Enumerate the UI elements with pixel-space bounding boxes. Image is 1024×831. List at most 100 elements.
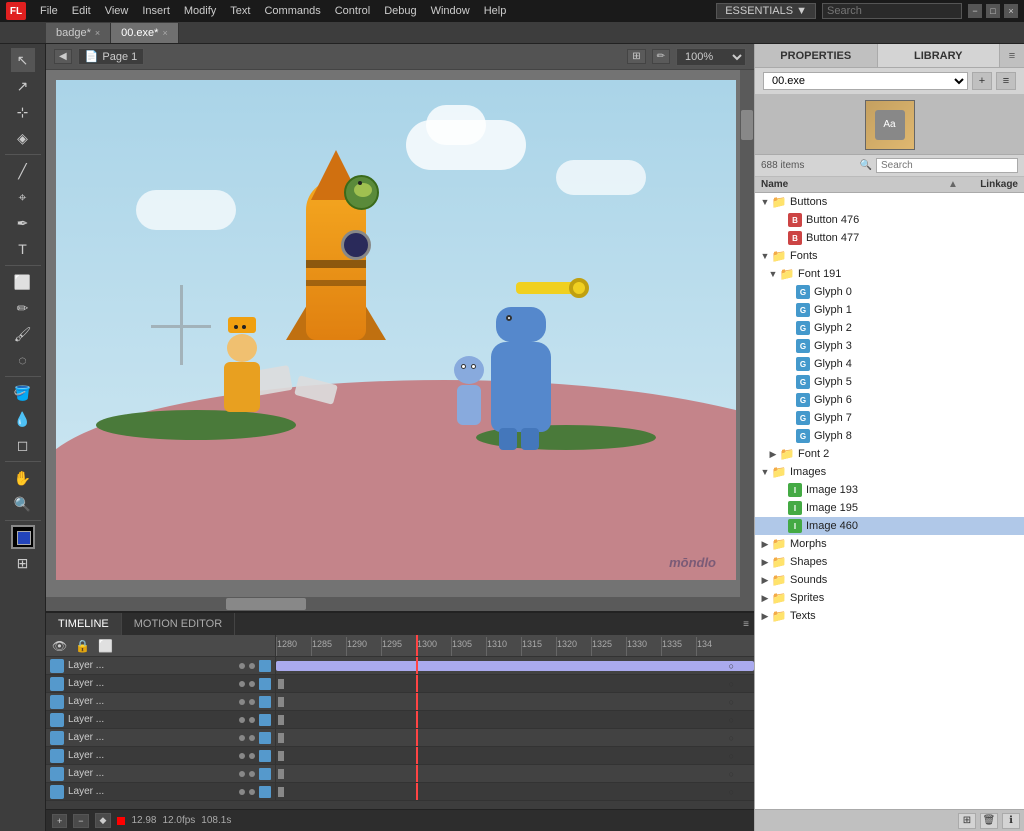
tab-00exe-close[interactable]: ×	[162, 28, 167, 38]
lib-delete-btn[interactable]: 🗑	[980, 813, 998, 829]
tab-badge-close[interactable]: ×	[95, 28, 100, 38]
item-glyph-5[interactable]: G Glyph 5	[755, 373, 1024, 391]
layer-2-lock[interactable]	[249, 681, 255, 687]
global-search-input[interactable]	[822, 3, 962, 19]
tool-gradient[interactable]: ◈	[11, 126, 35, 150]
layer-6-lock[interactable]	[249, 753, 255, 759]
folder-texts[interactable]: ▶ 📁 Texts	[755, 607, 1024, 625]
menu-edit[interactable]: Edit	[66, 3, 97, 19]
item-glyph-7[interactable]: G Glyph 7	[755, 409, 1024, 427]
zoom-select[interactable]: 100%50%150%200%	[676, 48, 746, 66]
tool-rectangle[interactable]: ⬜	[11, 270, 35, 294]
tab-badge[interactable]: badge* ×	[46, 23, 111, 43]
layer-2-vis[interactable]	[239, 681, 245, 687]
tab-00exe[interactable]: 00.exe* ×	[111, 23, 179, 43]
layer-5-vis[interactable]	[239, 735, 245, 741]
tool-eraser[interactable]: ◻	[11, 433, 35, 457]
canvas-vscroll[interactable]	[740, 70, 754, 611]
essentials-button[interactable]: ESSENTIALS ▼	[716, 3, 816, 19]
menu-control[interactable]: Control	[329, 3, 376, 19]
lib-new-btn[interactable]: +	[972, 72, 992, 90]
tool-line[interactable]: ╱	[11, 159, 35, 183]
layer-6-vis[interactable]	[239, 753, 245, 759]
layer-7-lock[interactable]	[249, 771, 255, 777]
layer-3-lock[interactable]	[249, 699, 255, 705]
clip-btn[interactable]: ⊞	[627, 49, 645, 64]
tool-select[interactable]: ↖	[11, 48, 35, 72]
tab-properties[interactable]: PROPERTIES	[755, 44, 878, 67]
menu-modify[interactable]: Modify	[178, 3, 222, 19]
tool-pencil[interactable]: ✏	[11, 296, 35, 320]
menu-text[interactable]: Text	[224, 3, 256, 19]
canvas-viewport[interactable]: mōndlo	[46, 70, 754, 611]
timeline-options-btn[interactable]: ≡	[738, 619, 754, 630]
close-button[interactable]: ×	[1004, 4, 1018, 18]
folder-font-191[interactable]: ▼ 📁 Font 191	[755, 265, 1024, 283]
tool-text[interactable]: T	[11, 237, 35, 261]
item-glyph-2[interactable]: G Glyph 2	[755, 319, 1024, 337]
library-file-select[interactable]: 00.exe	[763, 72, 968, 90]
layer-3-vis[interactable]	[239, 699, 245, 705]
tool-eyedropper[interactable]: 💧	[11, 407, 35, 431]
menu-insert[interactable]: Insert	[136, 3, 176, 19]
tool-zoom[interactable]: 🔍	[11, 492, 35, 516]
folder-images[interactable]: ▼ 📁 Images	[755, 463, 1024, 481]
tool-brush[interactable]: 🖌	[11, 322, 35, 346]
canvas-vscroll-thumb[interactable]	[741, 110, 753, 140]
layer-4-vis[interactable]	[239, 717, 245, 723]
playhead[interactable]	[416, 635, 418, 656]
menu-debug[interactable]: Debug	[378, 3, 422, 19]
folder-font-2[interactable]: ▶ 📁 Font 2	[755, 445, 1024, 463]
tool-hand[interactable]: ✋	[11, 466, 35, 490]
item-glyph-0[interactable]: G Glyph 0	[755, 283, 1024, 301]
tool-paint-bucket[interactable]: 🪣	[11, 381, 35, 405]
layer-8-vis[interactable]	[239, 789, 245, 795]
menu-view[interactable]: View	[99, 3, 135, 19]
layer-8-lock[interactable]	[249, 789, 255, 795]
layer-7-vis[interactable]	[239, 771, 245, 777]
menu-window[interactable]: Window	[425, 3, 476, 19]
tool-pen[interactable]: ✒	[11, 211, 35, 235]
layer-1-lock[interactable]	[249, 663, 255, 669]
folder-sprites[interactable]: ▶ 📁 Sprites	[755, 589, 1024, 607]
lib-menu-btn[interactable]: ≡	[996, 72, 1016, 90]
restore-button[interactable]: □	[986, 4, 1000, 18]
item-glyph-1[interactable]: G Glyph 1	[755, 301, 1024, 319]
item-button-476[interactable]: B Button 476	[755, 211, 1024, 229]
library-search-input[interactable]	[876, 158, 1018, 173]
item-glyph-3[interactable]: G Glyph 3	[755, 337, 1024, 355]
tab-motion-editor[interactable]: MOTION EDITOR	[122, 613, 235, 635]
folder-buttons[interactable]: ▼ 📁 Buttons	[755, 193, 1024, 211]
item-glyph-4[interactable]: G Glyph 4	[755, 355, 1024, 373]
tool-free-transform[interactable]: ⊹	[11, 100, 35, 124]
panel-options-btn[interactable]: ≡	[1000, 44, 1024, 67]
folder-shapes[interactable]: ▶ 📁 Shapes	[755, 553, 1024, 571]
item-image-460[interactable]: I Image 460	[755, 517, 1024, 535]
tool-snap[interactable]: ⊞	[11, 551, 35, 575]
canvas-hscroll-thumb[interactable]	[226, 598, 306, 610]
tool-subselect[interactable]: ↗	[11, 74, 35, 98]
item-button-477[interactable]: B Button 477	[755, 229, 1024, 247]
folder-sounds[interactable]: ▶ 📁 Sounds	[755, 571, 1024, 589]
item-image-193[interactable]: I Image 193	[755, 481, 1024, 499]
menu-file[interactable]: File	[34, 3, 64, 19]
menu-commands[interactable]: Commands	[258, 3, 326, 19]
item-glyph-6[interactable]: G Glyph 6	[755, 391, 1024, 409]
color-fill[interactable]	[17, 531, 31, 545]
tool-spray[interactable]: ◌	[11, 348, 35, 372]
canvas-hscroll[interactable]	[46, 597, 740, 611]
back-button[interactable]: ◀	[54, 49, 72, 64]
add-motion-btn[interactable]: ◆	[95, 813, 112, 828]
folder-fonts[interactable]: ▼ 📁 Fonts	[755, 247, 1024, 265]
tab-timeline[interactable]: TIMELINE	[46, 613, 122, 635]
folder-morphs[interactable]: ▶ 📁 Morphs	[755, 535, 1024, 553]
delete-layer-btn[interactable]: −	[73, 814, 88, 828]
add-layer-btn[interactable]: +	[52, 814, 67, 828]
tool-lasso[interactable]: ⌖	[11, 185, 35, 209]
tab-library[interactable]: LIBRARY	[878, 44, 1001, 67]
item-glyph-8[interactable]: G Glyph 8	[755, 427, 1024, 445]
minimize-button[interactable]: −	[968, 4, 982, 18]
menu-help[interactable]: Help	[478, 3, 513, 19]
color-stroke[interactable]	[11, 525, 35, 549]
layer-1-vis[interactable]	[239, 663, 245, 669]
